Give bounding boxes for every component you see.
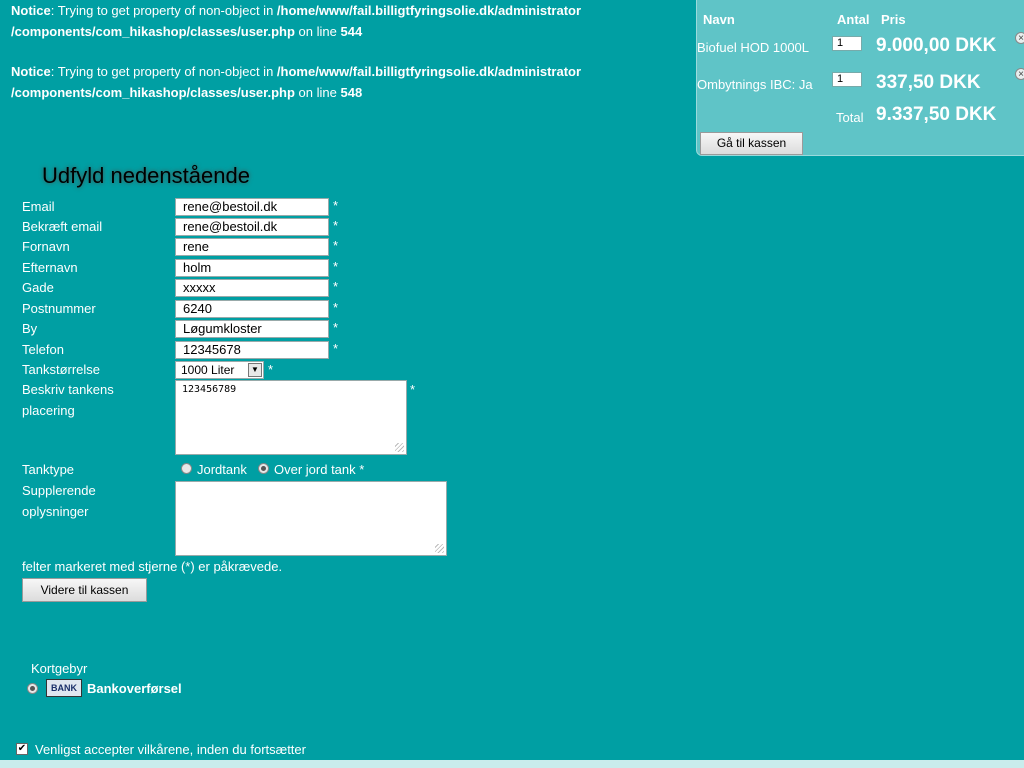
notice-line: 548 [340, 85, 363, 100]
cart-item-name: Ombytnings IBC: Ja [697, 77, 813, 92]
extra-info-label-line1: Supplerende [22, 483, 96, 498]
street-label: Gade [22, 280, 54, 295]
phone-field[interactable]: 12345678 [175, 341, 329, 359]
required-star: * [268, 362, 274, 377]
form-heading: Udfyld nedenstående [42, 163, 250, 188]
street-field[interactable]: xxxxx [175, 279, 329, 297]
notice-label: Notice [11, 64, 51, 79]
resize-grip-icon[interactable] [435, 544, 444, 553]
notice-text: : Trying to get property of non-object i… [50, 64, 277, 79]
cart-item-qty-input[interactable]: 1 [832, 36, 862, 51]
cart-total-label: Total [836, 110, 864, 125]
notice-online: on line [294, 85, 341, 100]
tank-location-textarea[interactable]: 123456789 [175, 380, 407, 455]
city-label: By [22, 321, 38, 336]
required-star: * [333, 279, 339, 294]
required-star: * [410, 382, 416, 397]
first-name-label: Fornavn [22, 239, 70, 254]
remove-item-icon[interactable]: × [1015, 32, 1024, 44]
last-name-label: Efternavn [22, 260, 78, 275]
payment-radio-bank-transfer[interactable] [27, 683, 38, 694]
notice-path-2: /components/com_hikashop/classes/user.ph… [11, 24, 295, 39]
tank-location-value: 123456789 [182, 384, 237, 395]
required-star: * [333, 300, 339, 315]
postcode-field[interactable]: 6240 [175, 300, 329, 318]
notice-path-2: /components/com_hikashop/classes/user.ph… [11, 85, 295, 100]
notice-path-1: /home/www/fail.billigtfyringsolie.dk/adm… [276, 64, 582, 79]
cart-item-qty-input[interactable]: 1 [832, 72, 862, 87]
last-name-field[interactable]: holm [175, 259, 329, 277]
tank-type-radio-above-ground[interactable] [258, 463, 269, 474]
notice-text: : Trying to get property of non-object i… [50, 3, 277, 18]
first-name-field[interactable]: rene [175, 238, 329, 256]
cart-panel: Navn Antal Pris Biofuel HOD 1000L 1 9.00… [696, 0, 1024, 156]
chevron-down-icon[interactable]: ▼ [248, 363, 262, 377]
php-notice-1: Notice: Trying to get property of non-ob… [11, 0, 691, 42]
notice-online: on line [294, 24, 341, 39]
tank-type-option-above-ground: Over jord tank * [274, 462, 365, 477]
extra-info-label-line2: oplysninger [22, 504, 89, 519]
bank-logo-icon: BANK [46, 679, 82, 697]
tank-size-label: Tankstørrelse [22, 362, 101, 377]
continue-to-checkout-button[interactable]: Videre til kassen [22, 578, 147, 602]
cart-item-price: 337,50 DKK [876, 72, 981, 93]
notice-line: 544 [340, 24, 363, 39]
remove-item-icon[interactable]: × [1015, 68, 1024, 80]
phone-label: Telefon [22, 342, 64, 357]
tank-size-value: 1000 Liter [181, 363, 235, 377]
tank-type-option-underground: Jordtank [197, 462, 247, 477]
required-star: * [333, 341, 339, 356]
tank-type-label: Tanktype [22, 462, 75, 477]
tank-type-radio-underground[interactable] [181, 463, 192, 474]
city-field[interactable]: Løgumkloster [175, 320, 329, 338]
cart-item-price: 9.000,00 DKK [876, 35, 997, 56]
cart-col-qty: Antal [837, 12, 870, 27]
php-notice-2: Notice: Trying to get property of non-ob… [11, 61, 691, 103]
postcode-label: Postnummer [22, 301, 96, 316]
required-note: felter markeret med stjerne (*) er påkræ… [22, 559, 283, 574]
accept-terms-checkbox[interactable]: ✔ [16, 743, 28, 755]
checkout-button[interactable]: Gå til kassen [700, 132, 803, 155]
email-field[interactable]: rene@bestoil.dk [175, 198, 329, 216]
required-star: * [333, 320, 339, 335]
required-star: * [333, 238, 339, 253]
required-star: * [333, 198, 339, 213]
resize-grip-icon[interactable] [395, 443, 404, 452]
accept-terms-label: Venligst accepter vilkårene, inden du fo… [35, 742, 306, 757]
confirm-email-field[interactable]: rene@bestoil.dk [175, 218, 329, 236]
cart-col-price: Pris [881, 12, 906, 27]
tank-location-label-line1: Beskriv tankens [22, 382, 114, 397]
email-label: Email [22, 199, 55, 214]
notice-path-1: /home/www/fail.billigtfyringsolie.dk/adm… [276, 3, 582, 18]
footer-strip [0, 760, 1024, 768]
extra-info-textarea[interactable] [175, 481, 447, 556]
cart-total-value: 9.337,50 DKK [876, 104, 997, 125]
notice-label: Notice [11, 3, 51, 18]
cart-col-name: Navn [703, 12, 735, 27]
cart-item-name: Biofuel HOD 1000L [697, 40, 810, 55]
bank-transfer-label: Bankoverførsel [87, 681, 182, 696]
required-star: * [333, 259, 339, 274]
confirm-email-label: Bekræft email [22, 219, 103, 234]
tank-location-label-line2: placering [22, 403, 75, 418]
required-star: * [333, 218, 339, 233]
tank-size-select[interactable]: 1000 Liter ▼ [175, 361, 264, 379]
card-fee-label: Kortgebyr [31, 661, 88, 676]
